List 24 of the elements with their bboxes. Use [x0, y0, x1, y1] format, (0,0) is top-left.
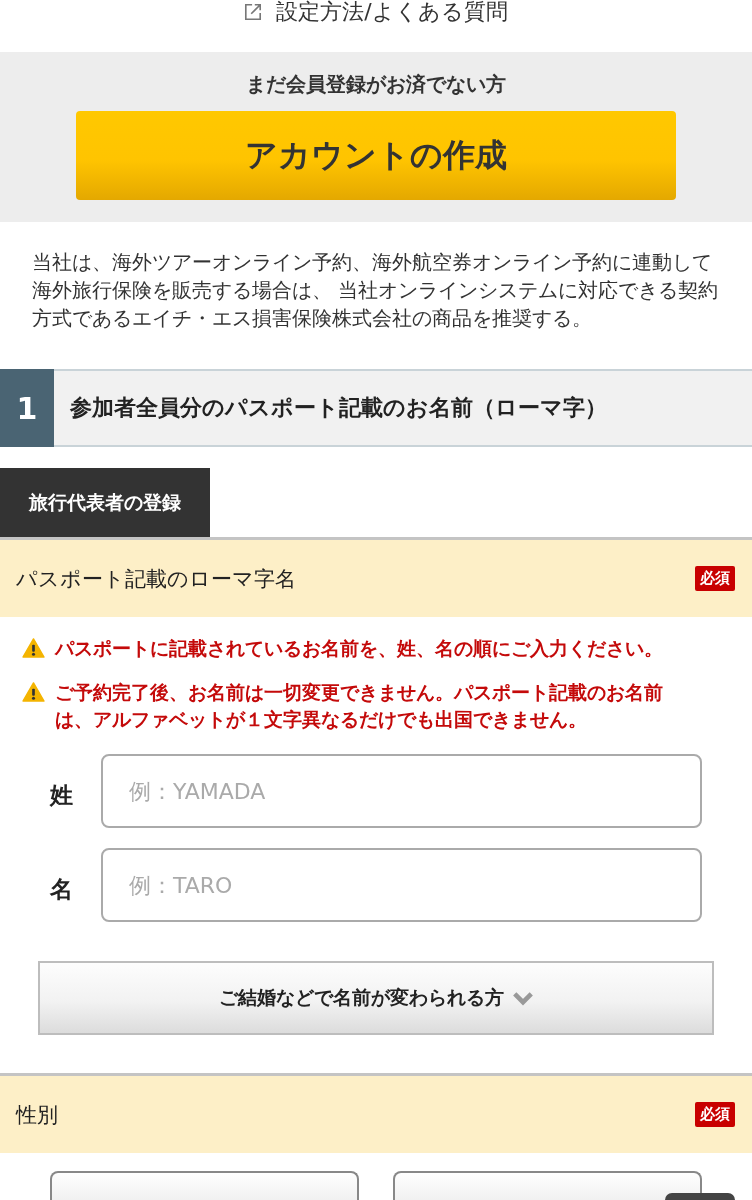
warning-icon [22, 638, 45, 658]
text-input[interactable]: 例：YAMADA [101, 754, 702, 828]
chevron-down-icon [511, 990, 534, 1006]
floating-button[interactable] [665, 1193, 735, 1200]
field-title: 性別 [16, 1101, 58, 1129]
field-label: 名 [50, 875, 74, 904]
external-link-icon [244, 3, 263, 21]
field-label: 姓 [50, 781, 74, 810]
warning-icon [22, 682, 45, 702]
subsection-heading: 旅行代表者の登録 [0, 468, 210, 537]
signup-heading: まだ会員登録がお済でない方 [246, 72, 506, 96]
expand-button[interactable]: ご結婚などで名前が変わられる方 [38, 961, 714, 1035]
option-button[interactable] [393, 1171, 702, 1200]
required-badge: 必須 [695, 1102, 735, 1127]
text-input[interactable]: 例：TARO [101, 848, 702, 922]
step-number: 1 [0, 369, 54, 447]
field-title: パスポート記載のローマ字名 [16, 565, 296, 593]
create-account-button[interactable]: アカウントの作成 [76, 111, 676, 200]
step-title: 参加者全員分のパスポート記載のお名前（ローマ字） [69, 394, 607, 422]
warning-text: パスポートに記載されているお名前を、姓、名の順にご入力ください。 [55, 636, 663, 661]
warning-text: ご予約完了後、お名前は一切変更できません。パスポート記載のお名前 は、アルファベットが１文字異なるだけでも出国できません。 [55, 680, 663, 732]
notice-text: 当社は、海外ツアーオンライン予約、海外航空券オンライン予約に連動して 海外旅行保険を販売する場合は、 当社オンラインシステムに対応できる契約 方式であるエイチ・エス損害保険株式会社の商品を推奨する。 [32, 250, 720, 332]
help-link[interactable]: 設定方法/よくある質問 [244, 0, 508, 24]
required-badge: 必須 [695, 566, 735, 591]
